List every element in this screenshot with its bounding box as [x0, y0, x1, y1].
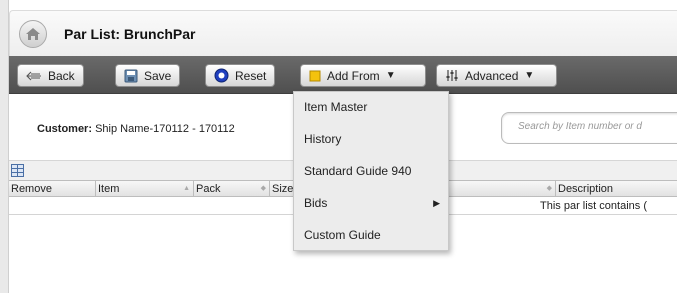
- submenu-arrow-icon: ▶: [433, 197, 440, 208]
- customer-value: Ship Name-170112 - 170112: [95, 123, 235, 135]
- column-header-remove[interactable]: Remove: [9, 181, 96, 197]
- left-edge-panel: [0, 0, 9, 293]
- menu-item-custom-guide[interactable]: Custom Guide: [294, 220, 448, 250]
- sort-icon: ▲: [183, 185, 190, 192]
- menu-item-label: Item Master: [304, 100, 368, 114]
- grid-config-icon[interactable]: [11, 164, 24, 180]
- reset-icon: [214, 68, 229, 83]
- toolbar: Back Save Reset Add From ▼ Advanced ▼: [9, 56, 677, 94]
- advanced-settings-icon: [445, 69, 459, 82]
- save-button[interactable]: Save: [115, 64, 181, 87]
- add-from-label: Add From: [327, 68, 380, 83]
- advanced-button[interactable]: Advanced ▼: [436, 64, 557, 87]
- column-header-pack[interactable]: Pack ◆: [194, 181, 270, 197]
- customer-info: Customer: Ship Name-170112 - 170112: [37, 123, 235, 135]
- sort-icon: ◆: [546, 185, 552, 192]
- empty-message: This par list contains (: [540, 200, 647, 212]
- title-bar: Par List: BrunchPar: [9, 10, 677, 56]
- page-title: Par List: BrunchPar: [64, 26, 196, 42]
- home-button[interactable]: [19, 20, 47, 48]
- column-header-description[interactable]: Description: [556, 181, 677, 197]
- column-header-item[interactable]: Item ▲: [96, 181, 194, 197]
- home-icon: [26, 28, 40, 40]
- add-from-button[interactable]: Add From ▼: [300, 64, 426, 87]
- menu-item-item-master[interactable]: Item Master: [294, 92, 448, 122]
- column-label: Remove: [11, 183, 52, 195]
- menu-item-label: Standard Guide 940: [304, 164, 412, 178]
- column-label: Item: [98, 183, 120, 195]
- menu-item-bids[interactable]: Bids ▶: [294, 188, 448, 218]
- menu-item-label: Custom Guide: [304, 228, 381, 242]
- menu-item-label: Bids: [304, 196, 328, 210]
- save-icon: [124, 69, 138, 83]
- column-label: Description: [558, 183, 614, 195]
- back-button[interactable]: Back: [17, 64, 84, 87]
- advanced-label: Advanced: [465, 68, 519, 83]
- reset-label: Reset: [235, 68, 267, 83]
- save-label: Save: [144, 68, 172, 83]
- back-label: Back: [48, 68, 75, 83]
- chevron-down-icon: ▼: [524, 70, 535, 81]
- add-from-menu: Item Master History Standard Guide 940 B…: [293, 91, 449, 251]
- column-label: Pack: [196, 183, 221, 195]
- menu-item-history[interactable]: History: [294, 124, 448, 154]
- search-input[interactable]: Search by Item number or d: [501, 112, 677, 144]
- menu-item-label: History: [304, 132, 342, 146]
- sort-icon: ◆: [260, 185, 266, 192]
- column-label: Size: [272, 183, 294, 195]
- customer-label: Customer:: [37, 123, 93, 135]
- chevron-down-icon: ▼: [385, 70, 396, 81]
- add-from-icon: [309, 70, 321, 82]
- back-arrow-icon: [26, 71, 42, 81]
- reset-button[interactable]: Reset: [205, 64, 276, 87]
- menu-item-standard-guide[interactable]: Standard Guide 940: [294, 156, 448, 186]
